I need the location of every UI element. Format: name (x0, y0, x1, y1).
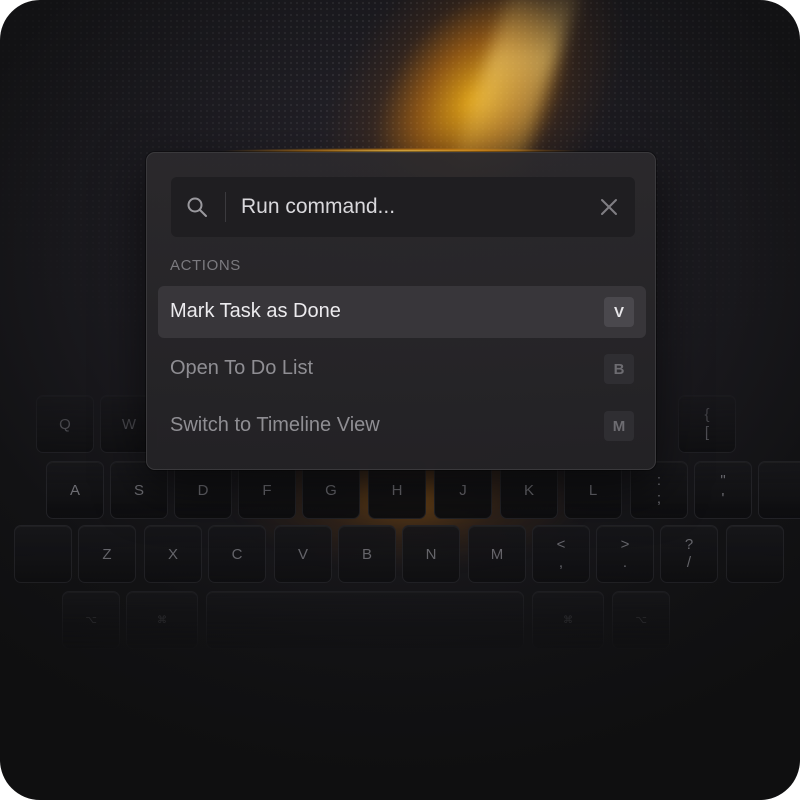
keyboard-key: Z (78, 525, 136, 583)
command-item-switch-timeline[interactable]: Switch to Timeline View M (158, 400, 646, 452)
keyboard-key: Q (36, 395, 94, 453)
shortcut-badge: B (604, 354, 634, 384)
command-item-label: Open To Do List (170, 357, 314, 379)
keyboard-key: {[ (678, 395, 736, 453)
command-item-open-todo-list[interactable]: Open To Do List B (158, 343, 646, 395)
keyboard-key: ? / (660, 525, 718, 583)
background-card: Q W {[ A S D F G H J K L :; " ' Z X C V B… (0, 0, 800, 800)
command-item-label: Switch to Timeline View (170, 414, 380, 436)
search-divider (225, 192, 226, 222)
keyboard-key: A (46, 461, 104, 519)
keyboard-key: M (468, 525, 526, 583)
space-bar (206, 591, 524, 649)
command-key: ⌘ (126, 591, 198, 649)
keyboard-key (14, 525, 72, 583)
option-key: ⌥ (62, 591, 120, 649)
search-bar (171, 177, 635, 237)
keyboard-key: " ' (694, 461, 752, 519)
keyboard-key: >. (596, 525, 654, 583)
keyboard-key (726, 525, 784, 583)
keyboard-key: X (144, 525, 202, 583)
command-palette: ACTIONS Mark Task as Done V Open To Do L… (146, 152, 656, 470)
option-key: ⌥ (612, 591, 670, 649)
command-key: ⌘ (532, 591, 604, 649)
keyboard-key: B (338, 525, 396, 583)
keyboard-key (758, 461, 800, 519)
keyboard-key: <, (532, 525, 590, 583)
shortcut-badge: M (604, 411, 634, 441)
command-item-mark-task-done[interactable]: Mark Task as Done V (158, 286, 646, 338)
actions-section-label: ACTIONS (170, 257, 241, 274)
keyboard-key: V (274, 525, 332, 583)
keyboard-key: N (402, 525, 460, 583)
close-icon[interactable] (599, 197, 619, 217)
search-icon (187, 197, 207, 217)
command-search-input[interactable] (241, 191, 571, 223)
keyboard-key: C (208, 525, 266, 583)
command-item-label: Mark Task as Done (170, 300, 341, 322)
shortcut-badge: V (604, 297, 634, 327)
